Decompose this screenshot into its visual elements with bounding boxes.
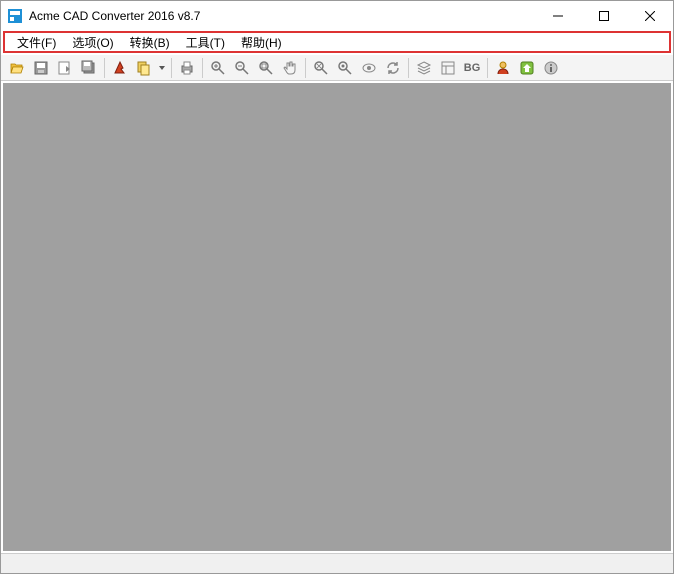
user-icon[interactable] [491,57,515,79]
refresh-icon[interactable] [381,57,405,79]
zoom-window-icon[interactable] [254,57,278,79]
save-all-icon[interactable] [77,57,101,79]
copy-icon[interactable] [132,57,156,79]
window-controls [535,1,673,31]
menubar: 文件(F) 选项(O) 转换(B) 工具(T) 帮助(H) [3,31,671,53]
open-icon[interactable] [5,57,29,79]
bg-label: BG [462,62,483,74]
close-button[interactable] [627,1,673,31]
layers-icon[interactable] [412,57,436,79]
layouts-icon[interactable] [436,57,460,79]
view-icon[interactable] [357,57,381,79]
drawing-canvas[interactable] [3,83,671,551]
toolbar-separator [305,58,306,78]
toolbar-separator [202,58,203,78]
batch-icon[interactable] [108,57,132,79]
toolbar-separator [171,58,172,78]
toolbar-separator [104,58,105,78]
save-icon[interactable] [29,57,53,79]
menu-options[interactable]: 选项(O) [64,32,121,53]
menu-convert[interactable]: 转换(B) [122,32,178,53]
info-icon[interactable] [539,57,563,79]
toolbar-separator [408,58,409,78]
window-title: Acme CAD Converter 2016 v8.7 [29,9,535,23]
dropdown-icon[interactable] [156,57,168,79]
statusbar [1,553,673,573]
zoom-extents-icon[interactable] [309,57,333,79]
toolbar: BG [1,55,673,81]
print-icon[interactable] [175,57,199,79]
toolbar-separator [487,58,488,78]
pan-icon[interactable] [278,57,302,79]
menu-help[interactable]: 帮助(H) [233,32,290,53]
app-window: Acme CAD Converter 2016 v8.7 文件(F) 选项(O)… [0,0,674,574]
zoom-in-icon[interactable] [206,57,230,79]
export-icon[interactable] [53,57,77,79]
home-icon[interactable] [515,57,539,79]
app-icon [7,8,23,24]
bg-color-button[interactable]: BG [460,57,484,79]
titlebar: Acme CAD Converter 2016 v8.7 [1,1,673,31]
zoom-all-icon[interactable] [333,57,357,79]
zoom-out-icon[interactable] [230,57,254,79]
maximize-button[interactable] [581,1,627,31]
minimize-button[interactable] [535,1,581,31]
menu-tools[interactable]: 工具(T) [178,32,233,53]
menu-file[interactable]: 文件(F) [9,32,64,53]
